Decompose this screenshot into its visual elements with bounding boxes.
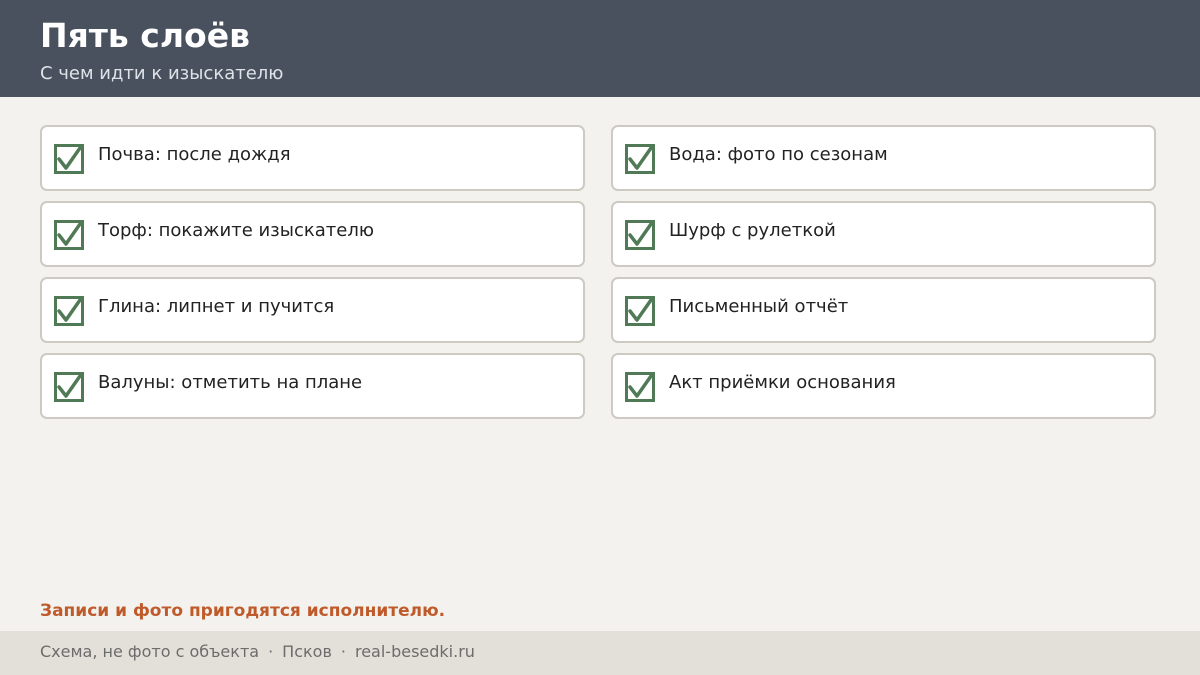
checked-checkbox-icon xyxy=(54,372,84,402)
checklist-item: Валуны: отметить на плане xyxy=(40,353,585,419)
footer-city: Псков xyxy=(282,642,332,661)
checklist-item-label: Торф: покажите изыскателю xyxy=(98,220,374,241)
footer-separator: · xyxy=(340,642,346,661)
checked-checkbox-icon xyxy=(625,372,655,402)
highlight-note: Записи и фото пригодятся исполнителю. xyxy=(40,601,446,621)
checklist-item: Акт приёмки основания xyxy=(611,353,1156,419)
footer-text: Схема, не фото с объекта · Псков · real-bese… xyxy=(40,641,475,663)
checklist-item-label: Акт приёмки основания xyxy=(669,372,896,393)
checklist-item-label: Валуны: отметить на плане xyxy=(98,372,363,393)
checked-checkbox-icon xyxy=(54,296,84,326)
page-subtitle: С чем идти к изыскателю xyxy=(40,63,284,84)
checked-checkbox-icon xyxy=(54,220,84,250)
checklist-item-label: Вода: фото по сезонам xyxy=(669,144,888,165)
checklist-item: Письменный отчёт xyxy=(611,277,1156,343)
footer-site: real-besedki.ru xyxy=(354,642,475,661)
checklist-item-label: Письменный отчёт xyxy=(669,296,849,317)
checklist-item: Глина: липнет и пучится xyxy=(40,277,585,343)
footer-separator: · xyxy=(268,642,274,661)
checklist-item: Торф: покажите изыскателю xyxy=(40,201,585,267)
checked-checkbox-icon xyxy=(625,296,655,326)
checklist-item: Вода: фото по сезонам xyxy=(611,125,1156,191)
checklist-item-label: Глина: липнет и пучится xyxy=(98,296,335,317)
footer: Схема, не фото с объекта · Псков · real-bese… xyxy=(0,631,1200,675)
checked-checkbox-icon xyxy=(625,220,655,250)
page-title: Пять слоёв xyxy=(40,16,250,55)
checklist-item-label: Почва: после дождя xyxy=(98,144,291,165)
checklist-item-label: Шурф с рулеткой xyxy=(669,220,836,241)
checklist-item: Почва: после дождя xyxy=(40,125,585,191)
checklist-item: Шурф с рулеткой xyxy=(611,201,1156,267)
header: Пять слоёв С чем идти к изыскателю xyxy=(0,0,1200,97)
checked-checkbox-icon xyxy=(625,144,655,174)
footer-caption: Схема, не фото с объекта xyxy=(40,642,260,661)
checked-checkbox-icon xyxy=(54,144,84,174)
checklist-grid: Почва: после дождя Вода: фото по сезонам… xyxy=(40,125,1156,419)
